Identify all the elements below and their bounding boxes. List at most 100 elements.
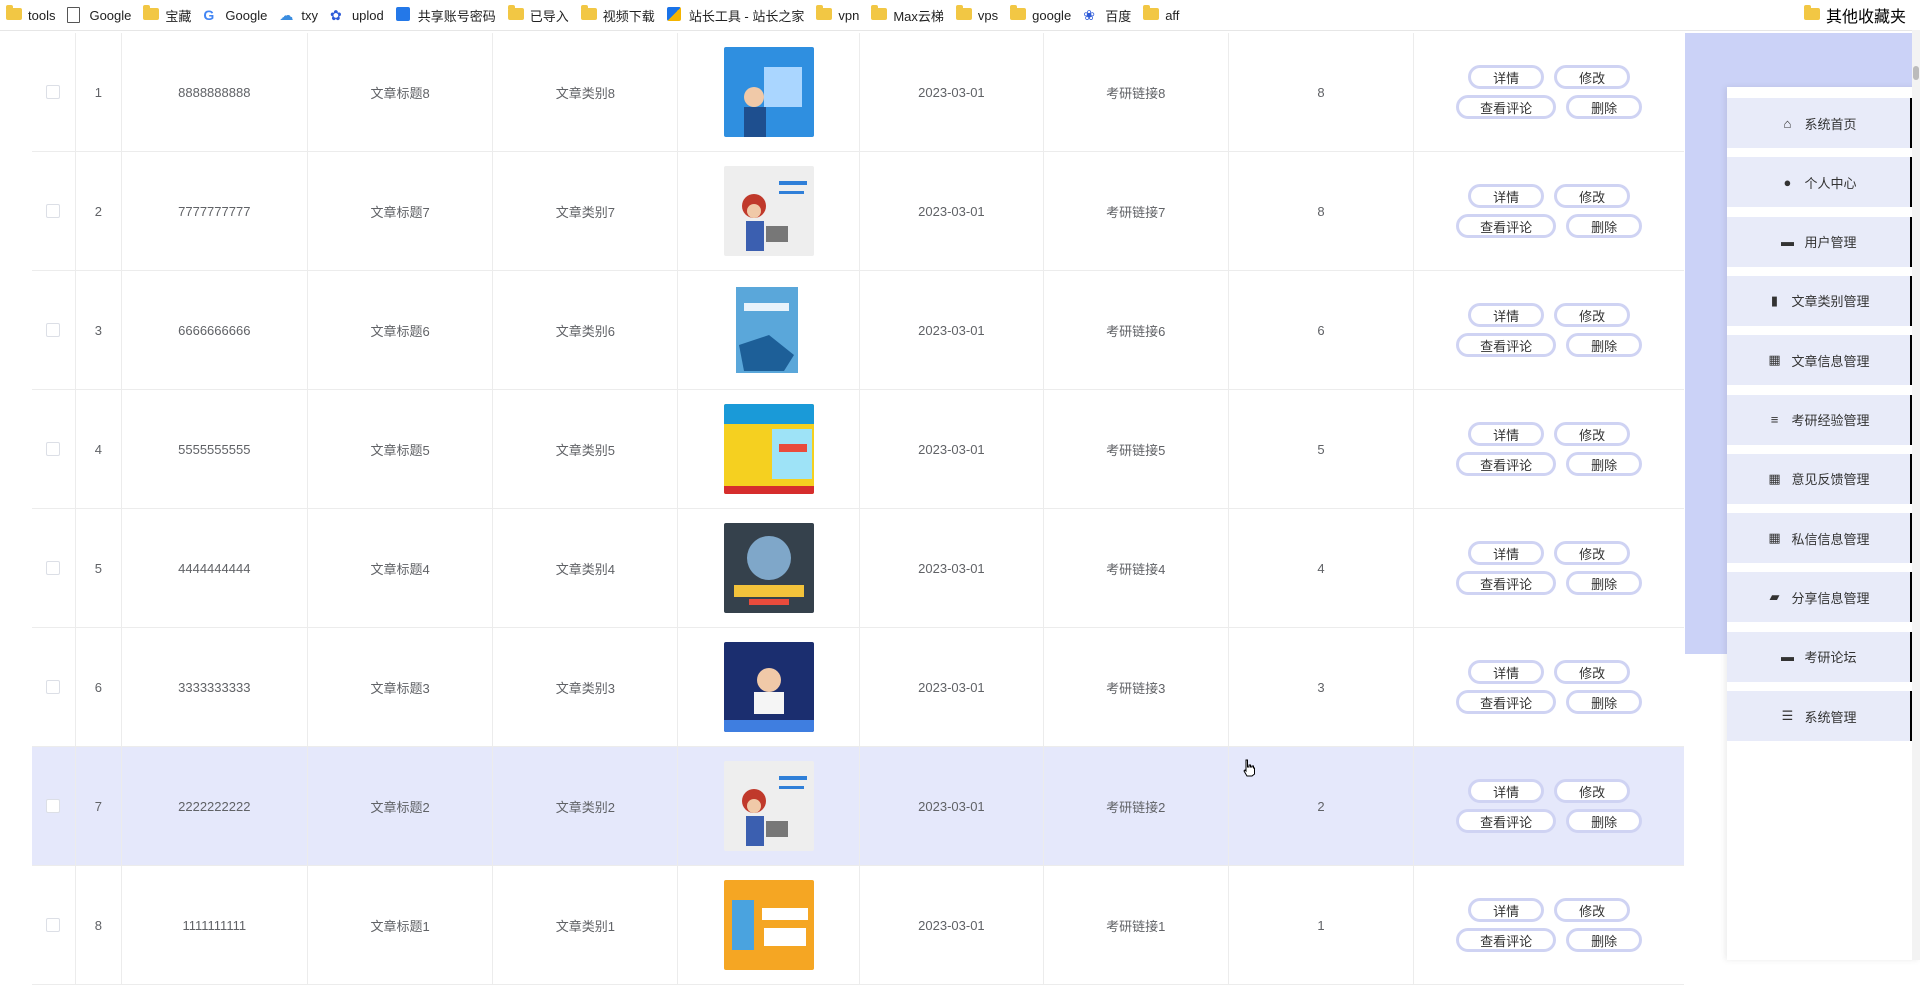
table-row[interactable]: 1 8888888888 文章标题8 文章类别8 2023-03-01 考研链接… — [32, 33, 1684, 152]
row-checkbox[interactable] — [46, 323, 61, 337]
bookmark-item[interactable]: vps — [950, 3, 1004, 27]
sidebar-item[interactable]: ▬ 用户管理 — [1727, 216, 1920, 267]
view-comments-button[interactable]: 查看评论 — [1456, 214, 1557, 238]
edit-button[interactable]: 修改 — [1554, 541, 1631, 565]
bookmark-item[interactable]: ☁ txy — [273, 3, 324, 27]
bookmark-label: vpn — [838, 7, 860, 23]
delete-button[interactable]: 删除 — [1566, 95, 1643, 119]
count-value: 2 — [1229, 747, 1415, 865]
bookmark-item[interactable]: aff — [1137, 3, 1185, 27]
article-category: 文章类别7 — [493, 152, 679, 270]
bookmark-item[interactable]: 视频下载 — [575, 3, 661, 27]
article-thumbnail[interactable] — [723, 285, 814, 375]
row-checkbox[interactable] — [46, 85, 61, 99]
table-row[interactable]: 6 3333333333 文章标题3 文章类别3 2023-03-01 考研链接… — [32, 628, 1684, 747]
publish-date: 2023-03-01 — [860, 509, 1044, 627]
article-thumbnail[interactable] — [723, 523, 814, 613]
bookmark-item[interactable]: G Google — [197, 3, 273, 27]
detail-button[interactable]: 详情 — [1468, 184, 1545, 208]
view-comments-button[interactable]: 查看评论 — [1456, 333, 1557, 357]
row-checkbox[interactable] — [46, 561, 61, 575]
edit-button[interactable]: 修改 — [1554, 898, 1631, 922]
bookmark-label: 百度 — [1105, 8, 1132, 24]
delete-button[interactable]: 删除 — [1566, 452, 1643, 476]
bookmark-item[interactable]: 已导入 — [502, 3, 575, 27]
sidebar-item[interactable]: ● 个人中心 — [1727, 157, 1920, 208]
delete-button[interactable]: 删除 — [1566, 928, 1643, 952]
delete-button[interactable]: 删除 — [1566, 690, 1643, 714]
table-row[interactable]: 7 2222222222 文章标题2 文章类别2 2023-03-01 考研链接… — [32, 747, 1684, 866]
sidebar-item[interactable]: ≡ 考研经验管理 — [1727, 394, 1920, 445]
delete-button[interactable]: 删除 — [1566, 333, 1643, 357]
table-row[interactable]: 3 6666666666 文章标题6 文章类别6 2023-03-01 考研链接… — [32, 271, 1684, 390]
view-comments-button[interactable]: 查看评论 — [1456, 928, 1557, 952]
row-checkbox[interactable] — [46, 680, 61, 694]
row-checkbox[interactable] — [46, 799, 61, 813]
article-thumbnail[interactable] — [723, 404, 814, 494]
delete-button[interactable]: 删除 — [1566, 809, 1643, 833]
sidebar-item[interactable]: ▦ 意见反馈管理 — [1727, 453, 1920, 504]
sidebar-item[interactable]: ▦ 文章信息管理 — [1727, 335, 1920, 386]
bookmark-item[interactable]: tools — [0, 3, 61, 27]
row-index: 6 — [76, 628, 122, 746]
bookmark-label: tools — [28, 7, 56, 23]
view-comments-button[interactable]: 查看评论 — [1456, 690, 1557, 714]
bookmark-item[interactable]: 宝藏 — [137, 3, 197, 27]
bookmark-item[interactable]: ✿ uplod — [324, 3, 390, 27]
article-thumbnail[interactable] — [723, 880, 814, 970]
page-scrollbar[interactable] — [1912, 30, 1920, 960]
edit-button[interactable]: 修改 — [1554, 779, 1631, 803]
sidebar-item[interactable]: ▰ 分享信息管理 — [1727, 572, 1920, 623]
detail-button[interactable]: 详情 — [1468, 422, 1545, 446]
view-comments-button[interactable]: 查看评论 — [1456, 571, 1557, 595]
bookmark-item[interactable]: 站长工具 - 站长之家 — [661, 3, 811, 27]
sidebar-item-label: 意见反馈管理 — [1791, 472, 1870, 488]
edit-button[interactable]: 修改 — [1554, 184, 1631, 208]
sidebar-item-label: 考研论坛 — [1804, 650, 1857, 666]
edit-button[interactable]: 修改 — [1554, 303, 1631, 327]
view-comments-button[interactable]: 查看评论 — [1456, 809, 1557, 833]
folder-icon — [143, 5, 160, 23]
table-row[interactable]: 5 4444444444 文章标题4 文章类别4 2023-03-01 考研链接… — [32, 509, 1684, 628]
detail-button[interactable]: 详情 — [1468, 65, 1545, 89]
row-checkbox[interactable] — [46, 918, 61, 932]
sidebar-item[interactable]: ▬ 考研论坛 — [1727, 631, 1920, 682]
detail-button[interactable]: 详情 — [1468, 303, 1545, 327]
article-thumbnail[interactable] — [723, 642, 814, 732]
bookmark-item[interactable]: 共享账号密码 — [390, 3, 502, 27]
bookmark-item[interactable]: vpn — [810, 3, 865, 27]
bookmark-item[interactable]: ❀ 百度 — [1077, 3, 1137, 27]
view-comments-button[interactable]: 查看评论 — [1456, 452, 1557, 476]
row-checkbox[interactable] — [46, 442, 61, 456]
sidebar-item[interactable]: ▮ 文章类别管理 — [1727, 275, 1920, 326]
home-icon: ⌂ — [1783, 115, 1792, 131]
table-row[interactable]: 4 5555555555 文章标题5 文章类别5 2023-03-01 考研链接… — [32, 390, 1684, 509]
detail-button[interactable]: 详情 — [1468, 898, 1545, 922]
delete-button[interactable]: 删除 — [1566, 571, 1643, 595]
table-row[interactable]: 8 1111111111 文章标题1 文章类别1 2023-03-01 考研链接… — [32, 866, 1684, 985]
detail-button[interactable]: 详情 — [1468, 541, 1545, 565]
edit-button[interactable]: 修改 — [1554, 422, 1631, 446]
article-thumbnail[interactable] — [723, 166, 814, 256]
detail-button[interactable]: 详情 — [1468, 779, 1545, 803]
thumbnail-cell — [678, 509, 861, 627]
bookmark-item[interactable]: Google — [61, 3, 137, 27]
sidebar-item[interactable]: ☰ 系统管理 — [1727, 691, 1920, 741]
sidebar-item[interactable]: ▦ 私信信息管理 — [1727, 513, 1920, 564]
row-actions: 详情 修改 查看评论 删除 — [1414, 152, 1684, 270]
delete-button[interactable]: 删除 — [1566, 214, 1643, 238]
table-row[interactable]: 2 7777777777 文章标题7 文章类别7 2023-03-01 考研链接… — [32, 152, 1684, 271]
article-thumbnail[interactable] — [723, 761, 814, 851]
article-thumbnail[interactable] — [723, 47, 814, 137]
folder-icon — [6, 5, 22, 23]
edit-button[interactable]: 修改 — [1554, 65, 1631, 89]
sidebar-item[interactable]: ⌂ 系统首页 — [1727, 98, 1920, 148]
scrollbar-thumb[interactable] — [1913, 66, 1919, 80]
bookmark-item[interactable]: Max云梯 — [865, 3, 950, 27]
bookmark-item[interactable]: google — [1004, 3, 1077, 27]
other-bookmarks-folder[interactable]: 其他收藏夹 — [1798, 3, 1912, 27]
view-comments-button[interactable]: 查看评论 — [1456, 95, 1557, 119]
row-checkbox[interactable] — [46, 204, 61, 218]
edit-button[interactable]: 修改 — [1554, 660, 1631, 684]
detail-button[interactable]: 详情 — [1468, 660, 1545, 684]
